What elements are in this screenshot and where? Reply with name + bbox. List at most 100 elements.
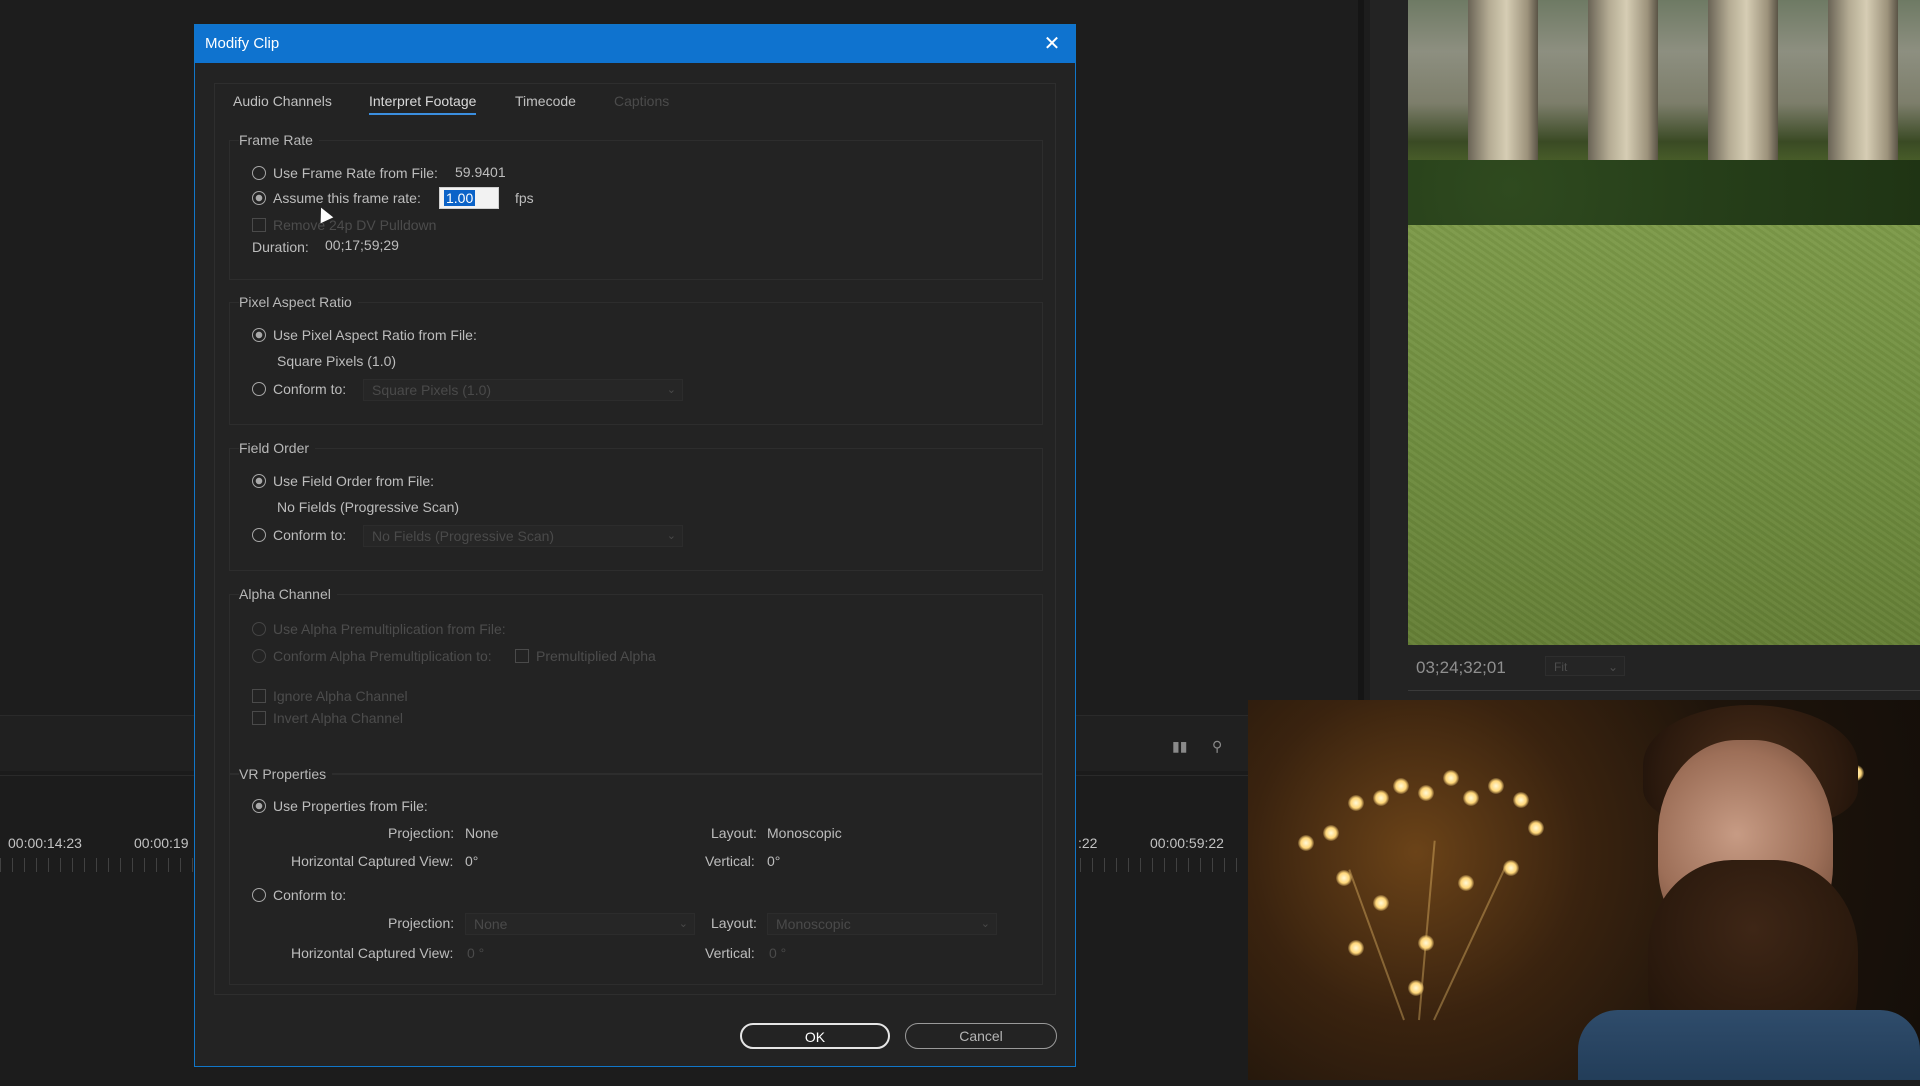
remove-pulldown-checkbox	[252, 218, 266, 232]
remove-pulldown-label: Remove 24p DV Pulldown	[273, 217, 437, 233]
conform-field-order-label: Conform to:	[273, 527, 347, 543]
close-icon[interactable]: ✕	[1041, 33, 1063, 55]
video-pillar	[1708, 0, 1778, 175]
tab-audio-channels[interactable]: Audio Channels	[233, 93, 332, 109]
conform-layout-select[interactable]: Monoscopic ⌄	[767, 913, 997, 935]
timeline-time-label: :22	[1078, 835, 1098, 851]
zoom-fit-select[interactable]: Fit ⌄	[1545, 656, 1625, 676]
conform-hview-value[interactable]: 0 °	[467, 945, 484, 961]
program-timecode[interactable]: 03;24;32;01	[1416, 658, 1506, 678]
lamp-light	[1373, 895, 1389, 911]
lamp-light	[1348, 940, 1364, 956]
conform-par-label: Conform to:	[273, 381, 347, 397]
ok-button[interactable]: OK	[740, 1023, 890, 1049]
dialog-title: Modify Clip	[205, 35, 280, 52]
premultiplied-alpha-checkbox	[515, 649, 529, 663]
assume-frame-rate-label: Assume this frame rate:	[273, 190, 421, 206]
conform-vr-label: Conform to:	[273, 887, 347, 903]
panel-divider[interactable]	[1358, 0, 1364, 700]
lamp-light	[1513, 792, 1529, 808]
lamp-light	[1408, 980, 1424, 996]
conform-field-order-radio[interactable]	[252, 528, 266, 542]
lamp-light	[1348, 795, 1364, 811]
lamp-light	[1323, 825, 1339, 841]
duration-label: Duration:	[252, 239, 309, 255]
use-vr-from-file-label: Use Properties from File:	[273, 798, 428, 814]
lamp-light	[1458, 875, 1474, 891]
chevron-down-icon: ⌄	[678, 918, 688, 930]
invert-alpha-checkbox	[252, 711, 266, 725]
program-monitor-video	[1408, 0, 1920, 645]
tab-interpret-footage[interactable]: Interpret Footage	[369, 93, 477, 115]
frame-rate-section	[229, 140, 1043, 280]
chevron-down-icon: ⌄	[1607, 660, 1618, 674]
video-pillar	[1588, 0, 1658, 175]
vr-layout-label: Layout:	[711, 825, 757, 841]
file-frame-rate-value: 59.9401	[455, 164, 506, 180]
par-file-value: Square Pixels (1.0)	[277, 353, 397, 369]
person-shirt	[1578, 1010, 1920, 1080]
use-vr-from-file-radio[interactable]	[252, 799, 266, 813]
lamp-light	[1336, 870, 1352, 886]
vr-vertical-value: 0°	[767, 853, 781, 869]
vr-vertical-label: Vertical:	[705, 853, 755, 869]
conform-hview-label: Horizontal Captured View:	[291, 945, 454, 961]
modify-clip-dialog: Modify Clip ✕ Audio Channels Interpret F…	[194, 24, 1076, 1067]
video-pillar	[1828, 0, 1898, 175]
conform-projection-label: Projection:	[388, 915, 455, 931]
frame-rate-input-value: 1.00	[444, 190, 476, 206]
conform-alpha-radio	[252, 649, 266, 663]
conform-vr-radio[interactable]	[252, 888, 266, 902]
vr-hview-label: Horizontal Captured View:	[291, 853, 454, 869]
vr-properties-heading: VR Properties	[239, 766, 333, 782]
chevron-down-icon: ⌄	[980, 918, 990, 930]
assume-frame-rate-radio[interactable]	[252, 191, 266, 205]
conform-projection-select[interactable]: None ⌄	[465, 913, 695, 935]
conform-layout-label: Layout:	[711, 915, 757, 931]
use-field-order-from-file-radio[interactable]	[252, 474, 266, 488]
use-par-from-file-radio[interactable]	[252, 328, 266, 342]
vr-hview-value: 0°	[465, 853, 479, 869]
use-par-from-file-label: Use Pixel Aspect Ratio from File:	[273, 327, 477, 343]
conform-vertical-label: Vertical:	[705, 945, 755, 961]
conform-field-order-select[interactable]: No Fields (Progressive Scan) ⌄	[363, 525, 683, 547]
tab-timecode[interactable]: Timecode	[515, 93, 576, 109]
conform-layout-select-value: Monoscopic	[776, 916, 851, 932]
chevron-down-icon: ⌄	[666, 384, 676, 396]
lamp-light	[1463, 790, 1479, 806]
lamp-light	[1503, 860, 1519, 876]
dialog-titlebar[interactable]: Modify Clip ✕	[195, 25, 1075, 63]
conform-vertical-value[interactable]: 0 °	[769, 945, 786, 961]
use-alpha-from-file-radio	[252, 622, 266, 636]
timeline-time-label: 00:00:19	[134, 835, 189, 851]
use-frame-rate-from-file-radio[interactable]	[252, 166, 266, 180]
wrench-icon[interactable]: ▮▮	[1172, 738, 1187, 755]
frame-rate-heading: Frame Rate	[239, 132, 319, 148]
lamp-light	[1373, 790, 1389, 806]
invert-alpha-label: Invert Alpha Channel	[273, 710, 403, 726]
vr-projection-value: None	[465, 825, 499, 841]
fit-label: Fit	[1554, 660, 1568, 674]
alpha-channel-heading: Alpha Channel	[239, 586, 337, 602]
video-hedge	[1408, 160, 1920, 230]
ignore-alpha-checkbox	[252, 689, 266, 703]
lamp-light	[1528, 820, 1544, 836]
video-grass	[1408, 225, 1920, 645]
use-alpha-from-file-label: Use Alpha Premultiplication from File:	[273, 621, 506, 637]
search-icon[interactable]: ⚲	[1212, 738, 1222, 755]
conform-par-select[interactable]: Square Pixels (1.0) ⌄	[363, 379, 683, 401]
use-frame-rate-from-file-label: Use Frame Rate from File:	[273, 165, 438, 181]
timeline-time-label: 00:00:59:22	[1150, 835, 1224, 851]
conform-projection-select-value: None	[474, 916, 508, 932]
conform-par-radio[interactable]	[252, 382, 266, 396]
field-order-file-value: No Fields (Progressive Scan)	[277, 499, 460, 515]
lamp-light	[1393, 778, 1409, 794]
ignore-alpha-label: Ignore Alpha Channel	[273, 688, 408, 704]
vr-layout-value: Monoscopic	[767, 825, 842, 841]
conform-par-select-value: Square Pixels (1.0)	[372, 382, 492, 398]
lamp-light	[1418, 935, 1434, 951]
frame-rate-input[interactable]: 1.00	[439, 187, 499, 209]
duration-value: 00;17;59;29	[325, 237, 399, 253]
lamp-light	[1418, 785, 1434, 801]
cancel-button[interactable]: Cancel	[905, 1023, 1057, 1049]
